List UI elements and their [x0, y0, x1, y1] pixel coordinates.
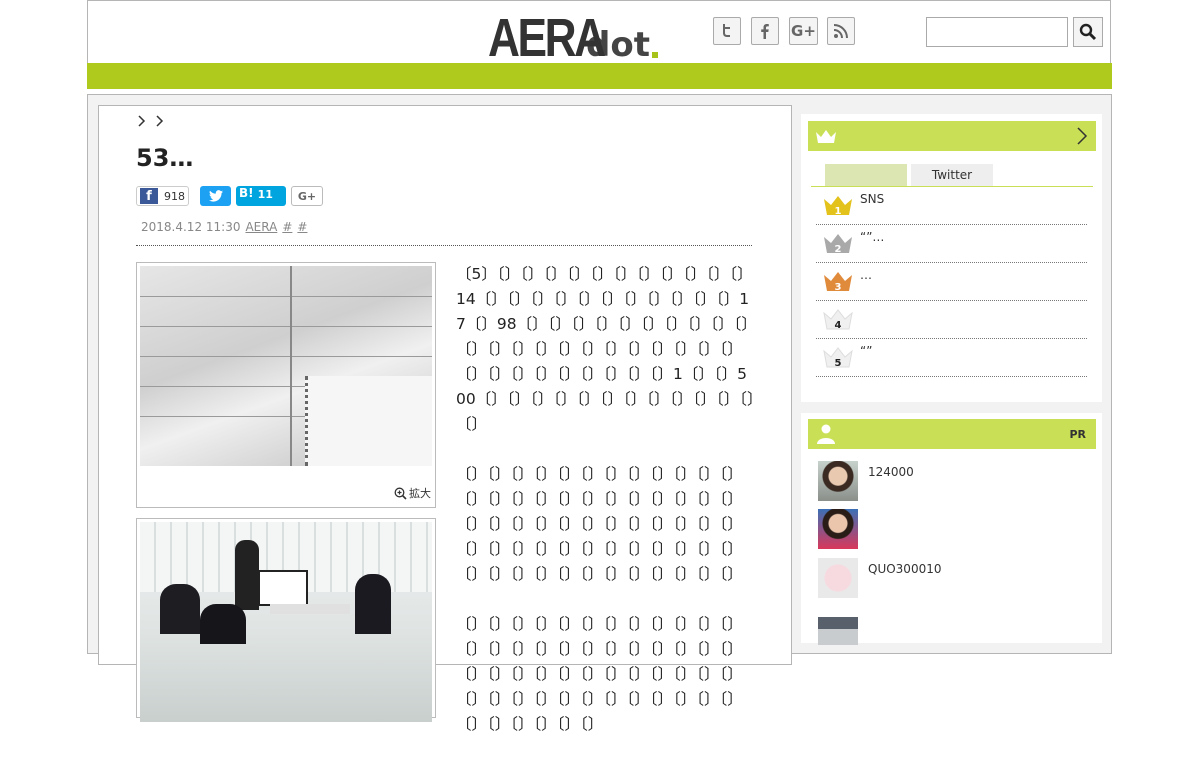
crown-bronze-icon: 3: [824, 272, 852, 292]
googleplus-link[interactable]: G+: [789, 17, 818, 45]
chevron-right-icon[interactable]: [1076, 126, 1088, 146]
facebook-link[interactable]: [751, 17, 779, 45]
pr-thumbnail: [818, 509, 858, 549]
article-date: 2018.4.12 11:30: [141, 220, 241, 234]
divider: [136, 245, 752, 246]
article-paragraph: 〔5〕〔〕〔〕〔〕〔〕〔〕〔〕〔〕〔〕〔〕〔〕〔〕14〔〕〔〕〔〕〔〕〔〕〔〕〔…: [456, 265, 755, 433]
facebook-icon: [761, 24, 769, 39]
pr-item-title: 124000: [868, 465, 914, 479]
crown-plain-icon: 5: [823, 347, 853, 368]
search-icon: [1079, 23, 1097, 41]
ranking-header[interactable]: [808, 121, 1096, 151]
googleplus-icon: G+: [791, 22, 816, 40]
person-icon: [817, 424, 835, 444]
googleplus-share-label: G+: [297, 189, 317, 203]
article-source-link[interactable]: AERA: [245, 220, 277, 234]
pr-thumbnail: [818, 605, 858, 645]
tab-ranking-twitter[interactable]: Twitter: [911, 164, 993, 186]
article-paragraph: 〔〕〔〕〔〕〔〕〔〕〔〕〔〕〔〕〔〕〔〕〔〕〔〕〔〕〔〕〔〕〔〕〔〕〔〕〔〕〔〕…: [456, 615, 743, 733]
hatena-count: 11: [257, 187, 273, 201]
tab-ranking-access[interactable]: [825, 164, 907, 186]
breadcrumb-chevron-icon[interactable]: [155, 114, 165, 132]
crown-plain-icon: 4: [823, 309, 853, 330]
site-logo[interactable]: AERA dot: [488, 7, 658, 68]
ranking-widget: Twitter 1 SNS 2 “”… 3 … 4 5 “”: [801, 114, 1102, 402]
article-title: 53…: [136, 144, 194, 172]
pr-thumbnail: [818, 558, 858, 598]
ranking-item[interactable]: 2 “”…: [816, 224, 1087, 263]
twitter-share-button[interactable]: [200, 186, 231, 206]
rss-link[interactable]: [827, 17, 855, 45]
rank-number: 5: [835, 358, 842, 368]
pr-thumbnail: [818, 461, 858, 501]
pr-item[interactable]: QUO300010: [818, 558, 1088, 598]
pr-label: PR: [1069, 428, 1086, 441]
logo-main-text: AERA: [488, 8, 606, 68]
article-tag-link[interactable]: #: [297, 220, 307, 234]
facebook-icon: f: [140, 188, 158, 204]
facebook-share-button[interactable]: f 918: [136, 186, 189, 206]
zoom-icon: [394, 487, 407, 500]
hatena-bookmark-button[interactable]: B! 11: [236, 186, 286, 206]
article-meta: 2018.4.12 11:30 AERA # #: [141, 220, 307, 234]
rank-number: 3: [835, 282, 842, 292]
search-input[interactable]: [926, 17, 1068, 47]
crown-gold-icon: 1: [824, 196, 852, 216]
ranking-item-title: SNS: [860, 192, 885, 206]
ranking-item[interactable]: 3 …: [816, 262, 1087, 301]
twitter-icon: [723, 24, 730, 37]
ranking-tabs: Twitter: [811, 164, 1093, 187]
ranking-item[interactable]: 1 SNS: [816, 186, 1087, 225]
ranking-item[interactable]: 5 “”: [816, 338, 1087, 377]
twitter-bird-icon: [208, 190, 223, 202]
article-photo[interactable]: 拡大: [136, 262, 436, 508]
search-button[interactable]: [1073, 17, 1103, 47]
hatena-label: B!: [239, 186, 254, 200]
facebook-share-count: 918: [164, 189, 185, 203]
ranking-item-title: …: [860, 268, 872, 282]
pr-item[interactable]: [818, 605, 1088, 645]
rank-number: 1: [835, 206, 842, 216]
article-body: 〔5〕〔〕〔〕〔〕〔〕〔〕〔〕〔〕〔〕〔〕〔〕〔〕14〔〕〔〕〔〕〔〕〔〕〔〕〔…: [456, 262, 756, 762]
article: 53… f 918 B! 11 G+ 2018.4.12 11:30 AERA …: [98, 105, 792, 733]
zoom-label: 拡大: [409, 487, 431, 500]
breadcrumb: [137, 114, 165, 132]
article-tag-link[interactable]: #: [282, 220, 292, 234]
googleplus-share-button[interactable]: G+: [291, 186, 323, 206]
photo-meeting-room: [140, 522, 432, 722]
rank-number: 4: [835, 320, 842, 330]
article-paragraph: 〔〕〔〕〔〕〔〕〔〕〔〕〔〕〔〕〔〕〔〕〔〕〔〕〔〕〔〕〔〕〔〕〔〕〔〕〔〕〔〕…: [456, 465, 743, 583]
pr-widget: PR 124000 QUO300010: [801, 413, 1102, 645]
nav-bar: [87, 63, 1112, 89]
logo-dot-mark: [651, 52, 658, 58]
ranking-item-title: “”: [860, 344, 873, 358]
breadcrumb-chevron-icon[interactable]: [137, 114, 147, 132]
pr-header: PR: [808, 419, 1096, 449]
crown-silver-icon: 2: [824, 234, 852, 254]
ranking-item-title: “”…: [860, 230, 885, 244]
article-photo[interactable]: [136, 518, 436, 722]
ranking-item[interactable]: 4: [816, 300, 1087, 339]
photo-handwritten-notes: [140, 266, 432, 466]
crown-icon: [816, 130, 836, 143]
rss-icon: [833, 24, 848, 39]
pr-item[interactable]: [818, 509, 1088, 549]
zoom-button[interactable]: 拡大: [394, 485, 431, 501]
pr-item-title: QUO300010: [868, 562, 942, 576]
twitter-link[interactable]: [713, 17, 741, 45]
rank-number: 2: [835, 244, 842, 254]
pr-item[interactable]: 124000: [818, 461, 1088, 501]
